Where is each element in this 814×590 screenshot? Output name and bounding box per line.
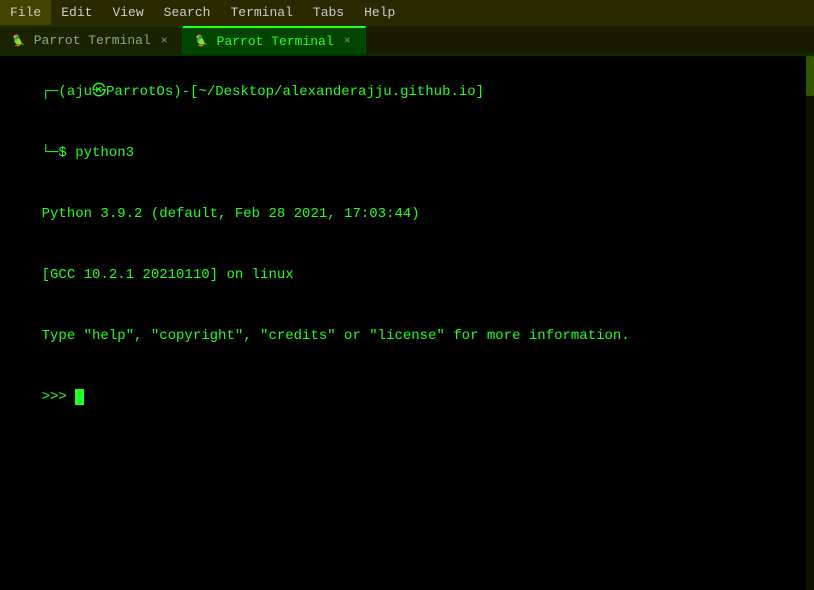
- terminal-area[interactable]: ┌─(aju㉿ParrotOs)-[~/Desktop/alexanderajj…: [0, 56, 814, 590]
- cursor: [75, 389, 84, 405]
- repl-prompt: >>>: [42, 389, 76, 405]
- menu-help[interactable]: Help: [354, 0, 405, 25]
- prompt-prefix-line: ┌─(aju㉿ParrotOs)-[~/Desktop/alexanderajj…: [42, 84, 484, 100]
- menu-search[interactable]: Search: [154, 0, 221, 25]
- scrollbar-thumb[interactable]: [806, 56, 814, 96]
- tab-1[interactable]: 🦜 Parrot Terminal ×: [0, 26, 183, 54]
- terminal-output: ┌─(aju㉿ParrotOs)-[~/Desktop/alexanderajj…: [8, 62, 806, 427]
- menu-terminal[interactable]: Terminal: [220, 0, 302, 25]
- tab2-icon: 🦜: [195, 34, 209, 48]
- menubar: File Edit View Search Terminal Tabs Help: [0, 0, 814, 26]
- tab2-close[interactable]: ×: [342, 34, 353, 48]
- tab1-close[interactable]: ×: [159, 34, 170, 48]
- tab1-icon: 🦜: [12, 34, 26, 48]
- menu-view[interactable]: View: [102, 0, 153, 25]
- menu-file[interactable]: File: [0, 0, 51, 25]
- menu-edit[interactable]: Edit: [51, 0, 102, 25]
- tab1-label: Parrot Terminal: [34, 33, 151, 48]
- tabbar: 🦜 Parrot Terminal × 🦜 Parrot Terminal ×: [0, 26, 814, 56]
- scrollbar-track[interactable]: [806, 56, 814, 590]
- prompt-command-line: └─$ python3: [42, 145, 134, 161]
- menu-tabs[interactable]: Tabs: [303, 0, 354, 25]
- tab-2[interactable]: 🦜 Parrot Terminal ×: [183, 26, 366, 54]
- gcc-line: [GCC 10.2.1 20210110] on linux: [42, 267, 294, 283]
- tab2-label: Parrot Terminal: [217, 34, 334, 49]
- help-line: Type "help", "copyright", "credits" or "…: [42, 328, 630, 344]
- python-version-line: Python 3.9.2 (default, Feb 28 2021, 17:0…: [42, 206, 420, 222]
